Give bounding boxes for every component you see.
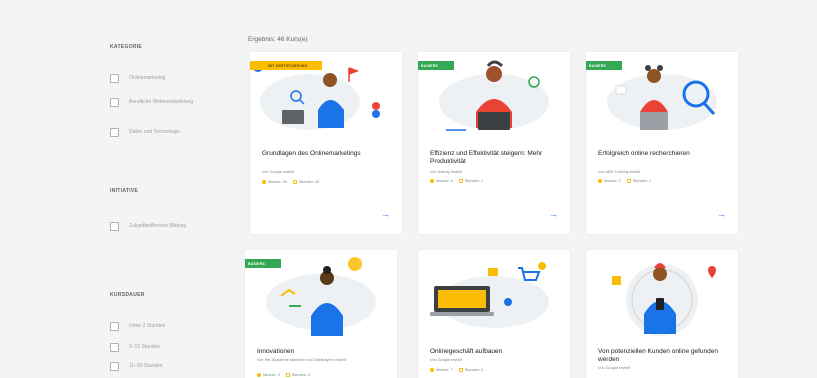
filter-heading-initiative: INITIATIVE — [110, 188, 139, 194]
filter-option-label: Berufliche Weiterentwicklung — [129, 99, 194, 105]
course-card[interactable]: BASIERS Effizienz und Effektivität steig… — [418, 52, 570, 234]
card-title[interactable]: Onlinegeschäft aufbauen — [430, 348, 562, 356]
filter-option-label: Daten und Technologie — [129, 129, 181, 135]
course-card[interactable]: BASIERS Erfolgreich online recherchieren… — [586, 52, 738, 234]
card-meta: Module: 3 Stunden: 3 — [257, 373, 310, 377]
certificate-badge: MIT ZERTIFIZIERUNG — [250, 61, 322, 70]
filter-heading-category: KATEGORIE — [110, 44, 143, 50]
hours-count: Stunden: 1 — [626, 179, 651, 183]
course-card[interactable]: Onlinegeschäft aufbauen Von Google erste… — [418, 250, 570, 378]
card-provider: Von Udemy erstellt — [430, 170, 462, 174]
modules-count: Module: 26 — [262, 180, 287, 184]
filter-option-label: 3–10 Stunden — [129, 344, 161, 350]
checkbox[interactable] — [110, 128, 119, 137]
filter-heading-duration: KURSDAUER — [110, 292, 145, 298]
checkbox[interactable] — [110, 343, 119, 352]
level-badge: BASIERS — [245, 259, 281, 268]
course-card[interactable]: MIT ZERTIFIZIERUNG Grundlagen des Online… — [250, 52, 402, 234]
course-card[interactable]: Von potenziellen Kunden online gefunden … — [586, 250, 738, 378]
filter-sidebar: KATEGORIE Onlinemarketing Berufliche Wei… — [110, 0, 240, 378]
hours-count: Stunden: 40 — [292, 180, 319, 184]
clock-icon — [458, 368, 463, 372]
filter-option-label: Zukunftsoffensive Bildung — [129, 223, 187, 229]
level-badge: BASIERS — [418, 61, 454, 70]
filter-option-onlinemarketing[interactable]: Onlinemarketing — [110, 74, 235, 83]
card-provider: Von Google erstellt — [430, 358, 463, 362]
clock-icon — [458, 179, 463, 183]
card-provider: Von Google erstellt — [262, 170, 295, 174]
modules-icon — [598, 179, 602, 183]
clock-icon — [292, 180, 297, 184]
filter-option-under-3h[interactable]: Unter 3 Stunden — [110, 322, 235, 331]
card-meta: Module: 7 Stunden: 3 — [430, 368, 483, 372]
filter-option-zukunftsoffensive[interactable]: Zukunftsoffensive Bildung — [110, 222, 235, 231]
checkbox[interactable] — [110, 322, 119, 331]
filter-option-3-10h[interactable]: 3–10 Stunden — [110, 343, 235, 352]
level-badge: BASIERS — [586, 61, 622, 70]
clock-icon — [626, 179, 631, 183]
clock-icon — [285, 373, 290, 377]
checkbox[interactable] — [110, 74, 119, 83]
card-provider: Von Google erstellt — [598, 366, 631, 370]
checkbox[interactable] — [110, 98, 119, 107]
card-title[interactable]: Grundlagen des Onlinemarketings — [262, 150, 394, 158]
course-card[interactable]: BASIERS Innovationen Von IHK Akademie Mü… — [245, 250, 397, 378]
checkbox[interactable] — [110, 362, 119, 371]
card-title[interactable]: Von potenziellen Kunden online gefunden … — [598, 348, 730, 364]
online-shop-illustration — [430, 262, 549, 328]
modules-count: Module: 1 — [598, 179, 621, 183]
modules-icon — [430, 179, 434, 183]
arrow-right-icon[interactable]: → — [549, 210, 558, 219]
page: KATEGORIE Onlinemarketing Berufliche Wei… — [0, 0, 817, 378]
filter-option-label: Unter 3 Stunden — [129, 323, 166, 329]
filter-option-career[interactable]: Berufliche Weiterentwicklung — [110, 98, 235, 107]
card-meta: Module: 26 Stunden: 40 — [262, 180, 319, 184]
modules-count: Module: 6 — [430, 179, 453, 183]
filter-option-label: Onlinemarketing — [129, 75, 166, 81]
card-title[interactable]: Innovationen — [257, 348, 389, 356]
card-title[interactable]: Effizienz und Effektivität steigern: Meh… — [430, 150, 562, 166]
modules-count: Module: 3 — [257, 373, 280, 377]
filter-option-11-20h[interactable]: 11–20 Stunden — [110, 362, 235, 371]
filter-option-data-tech[interactable]: Daten und Technologie — [110, 128, 235, 137]
hours-count: Stunden: 3 — [458, 368, 483, 372]
card-title[interactable]: Erfolgreich online recherchieren — [598, 150, 730, 158]
modules-icon — [262, 180, 266, 184]
person-phone-illustration — [612, 263, 716, 336]
arrow-right-icon[interactable]: → — [381, 210, 390, 219]
arrow-right-icon[interactable]: → — [717, 210, 726, 219]
results-count: Ergebnis: 46 Kurs(e) — [248, 36, 308, 43]
card-meta: Module: 6 Stunden: 1 — [430, 179, 483, 183]
modules-count: Module: 7 — [430, 368, 453, 372]
filter-option-label: 11–20 Stunden — [129, 363, 163, 369]
hours-count: Stunden: 1 — [458, 179, 483, 183]
modules-icon — [430, 368, 434, 372]
card-provider: Von ARD Training erstellt — [598, 170, 641, 174]
card-provider: Von IHK Akademie München und Oberbayern … — [257, 358, 347, 362]
hours-count: Stunden: 3 — [285, 373, 310, 377]
checkbox[interactable] — [110, 222, 119, 231]
modules-icon — [257, 373, 261, 377]
card-meta: Module: 1 Stunden: 1 — [598, 179, 651, 183]
